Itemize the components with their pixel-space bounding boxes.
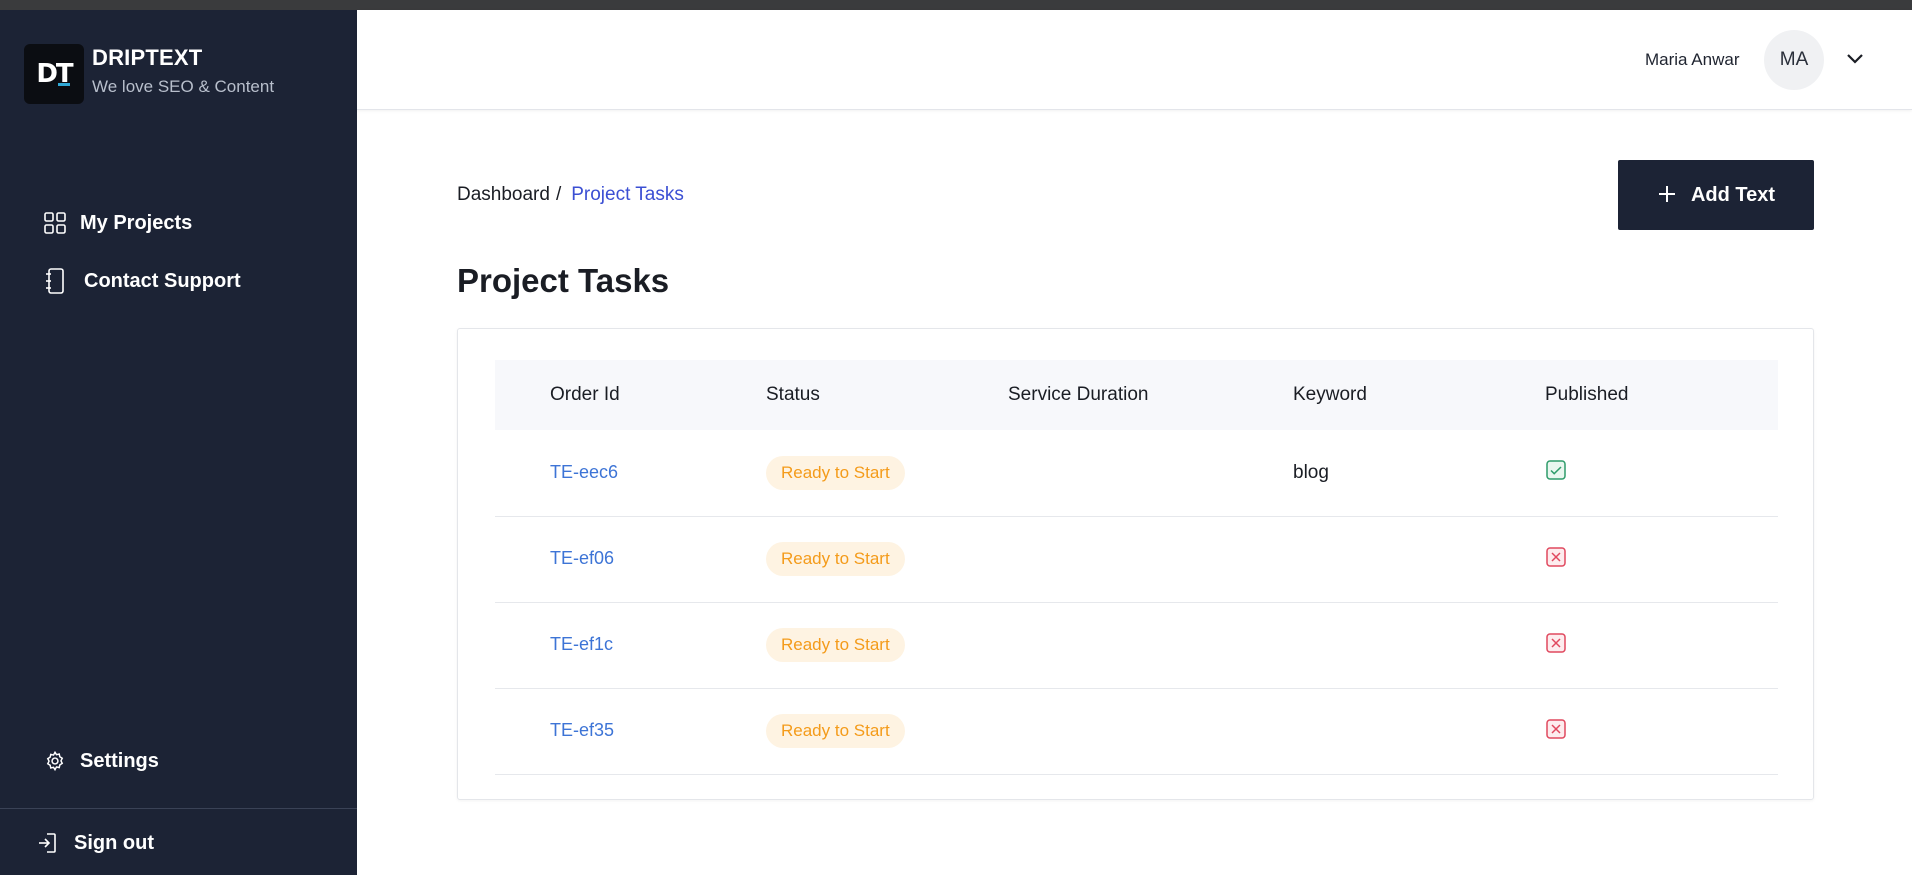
keyword-cell (1293, 602, 1545, 688)
column-header-service-duration: Service Duration (1008, 384, 1149, 405)
sign-out-icon (34, 830, 60, 856)
column-header-order-id: Order Id (550, 384, 620, 405)
status-badge: Ready to Start (766, 542, 905, 576)
top-header: Maria Anwar MA (357, 10, 1912, 110)
sidebar-item-contact-support[interactable]: Contact Support (42, 252, 241, 310)
brand-logo: DT (24, 44, 84, 104)
breadcrumb-separator: / (555, 184, 562, 205)
gear-icon (42, 748, 68, 774)
tasks-card: Order Id Status Service Duration Keyword… (457, 328, 1814, 800)
brand-tagline: We love SEO & Content (92, 77, 275, 96)
order-id-link[interactable]: TE-ef06 (550, 548, 614, 568)
keyword-cell (1293, 516, 1545, 602)
sign-out-button[interactable]: Sign out (34, 830, 154, 856)
order-id-link[interactable]: TE-ef1c (550, 634, 613, 654)
page-title: Project Tasks (457, 262, 670, 299)
table-row[interactable]: TE-ef06 Ready to Start (495, 516, 1778, 602)
sidebar-item-settings[interactable]: Settings (42, 748, 159, 774)
tasks-table: Order Id Status Service Duration Keyword… (495, 360, 1778, 775)
brand-text: DRIPTEXT We love SEO & Content (92, 45, 274, 97)
unpublished-x-icon (1545, 632, 1567, 654)
table-row[interactable]: TE-ef35 Ready to Start (495, 688, 1778, 774)
service-duration-cell (1008, 602, 1293, 688)
status-badge: Ready to Start (766, 455, 905, 490)
brand-logo-accent (58, 83, 70, 86)
sign-out-label: Sign out (74, 831, 154, 854)
notebook-icon (42, 268, 68, 294)
table-header-row: Order Id Status Service Duration Keyword… (495, 360, 1778, 430)
service-duration-cell (1008, 516, 1293, 602)
keyword-cell: blog (1293, 461, 1329, 483)
plus-icon (1657, 181, 1677, 209)
sidebar-item-label: My Projects (80, 211, 193, 234)
add-text-label: Add Text (1690, 183, 1776, 206)
table-row[interactable]: TE-eec6 Ready to Start blog (495, 430, 1778, 516)
breadcrumb-root[interactable]: Dashboard (457, 184, 550, 206)
brand[interactable]: DT DRIPTEXT We love SEO & Content (24, 44, 274, 104)
sidebar-item-label: Contact Support (84, 269, 241, 292)
avatar[interactable]: MA (1764, 30, 1824, 90)
sidebar-item-my-projects[interactable]: My Projects (42, 194, 241, 252)
table-row[interactable]: TE-ef1c Ready to Start (495, 602, 1778, 688)
sidebar-divider (0, 808, 357, 809)
keyword-cell (1293, 688, 1545, 774)
grid-icon (42, 210, 68, 236)
column-header-published: Published (1545, 384, 1629, 405)
service-duration-cell (1008, 688, 1293, 774)
published-check-icon (1545, 459, 1567, 481)
settings-label: Settings (80, 749, 159, 772)
browser-top-strip (0, 0, 1912, 10)
status-badge: Ready to Start (766, 628, 905, 662)
breadcrumb-current[interactable]: Project Tasks (571, 184, 684, 206)
brand-name: DRIPTEXT (92, 45, 203, 70)
unpublished-x-icon (1545, 546, 1567, 568)
unpublished-x-icon (1545, 718, 1567, 740)
breadcrumb: Dashboard / Project Tasks (457, 184, 684, 206)
order-id-link[interactable]: TE-eec6 (550, 462, 618, 482)
status-badge: Ready to Start (766, 714, 905, 748)
add-text-button[interactable]: Add Text (1618, 160, 1814, 230)
chevron-down-icon[interactable] (1842, 46, 1868, 72)
order-id-link[interactable]: TE-ef35 (550, 720, 614, 740)
user-name: Maria Anwar (1645, 50, 1740, 69)
avatar-initials: MA (1779, 49, 1809, 70)
column-header-keyword: Keyword (1293, 384, 1367, 405)
sidebar: DT DRIPTEXT We love SEO & Content My Pro… (0, 10, 357, 875)
sidebar-nav: My Projects Contact Support (42, 194, 241, 310)
column-header-status: Status (766, 384, 820, 405)
service-duration-cell (1008, 430, 1293, 516)
